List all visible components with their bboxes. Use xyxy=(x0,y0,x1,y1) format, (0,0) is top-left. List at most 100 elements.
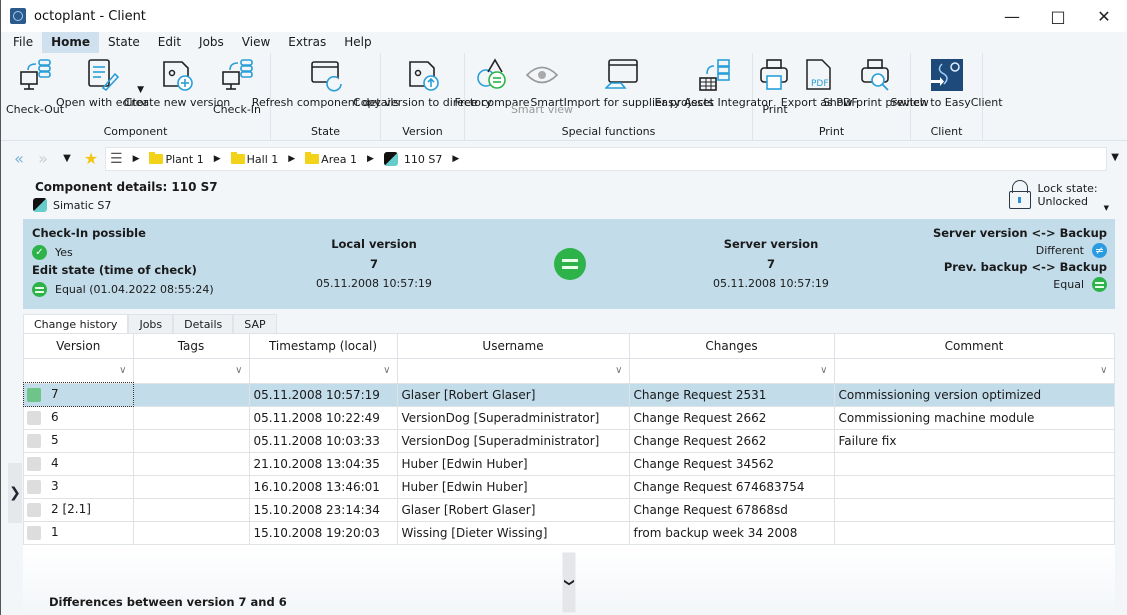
ribbon-group-client: Switch to EasyClient Client xyxy=(890,53,1003,141)
back-icon[interactable]: « xyxy=(7,149,31,168)
menu-edit[interactable]: Edit xyxy=(149,32,190,53)
filter-comment-dropdown[interactable]: ∨ xyxy=(834,358,1115,384)
favorite-star-icon[interactable]: ★ xyxy=(79,149,103,168)
folder-icon xyxy=(230,152,245,164)
column-header-timestamp[interactable]: Timestamp (local) xyxy=(249,334,398,359)
list-icon[interactable]: ☰ xyxy=(110,151,123,167)
breadcrumb-separator-icon[interactable]: ▶ xyxy=(288,154,295,164)
expand-side-panel-button[interactable]: ❯ xyxy=(8,463,22,523)
easyclient-icon xyxy=(929,56,965,94)
menu-help[interactable]: Help xyxy=(335,32,380,53)
menu-state[interactable]: State xyxy=(99,32,149,53)
breadcrumb-item-plant[interactable]: Plant 1 xyxy=(149,152,204,166)
check-icon: ✓ xyxy=(32,244,47,260)
cell-changes: Change Request 2662 xyxy=(629,406,835,430)
smartimport-icon xyxy=(604,56,640,94)
menu-file[interactable]: File xyxy=(4,32,42,53)
server-backup-value: Different xyxy=(1035,243,1084,257)
breadcrumb-item-hall[interactable]: Hall 1 xyxy=(230,152,278,166)
table-row[interactable]: 3 16.10.2008 13:46:01 Huber [Edwin Huber] C… xyxy=(24,475,1115,499)
menu-bar: File Home State Edit Jobs View Extras He… xyxy=(1,32,1127,53)
breadcrumb-separator-icon[interactable]: ▶ xyxy=(452,154,459,164)
ribbon-group-component: Check-Out Open with editor ▼ Create new … xyxy=(1,53,271,141)
tab-jobs[interactable]: Jobs xyxy=(128,314,174,333)
minimize-button[interactable]: — xyxy=(989,0,1035,32)
cell-changes: Change Request 67868sd xyxy=(629,498,835,522)
cell-comment xyxy=(834,521,1115,545)
cell-username: Huber [Edwin Huber] xyxy=(397,452,630,476)
table-row[interactable]: 4 21.10.2008 13:04:35 Huber [Edwin Huber] C… xyxy=(24,452,1115,476)
column-header-changes[interactable]: Changes xyxy=(629,334,835,359)
differences-title: Differences between version 7 and 6 xyxy=(49,595,287,609)
cell-version: 5 xyxy=(24,429,134,453)
menu-jobs[interactable]: Jobs xyxy=(190,32,233,53)
cell-username: VersionDog [Superadministrator] xyxy=(397,429,630,453)
cell-comment xyxy=(834,475,1115,499)
filter-changes-dropdown[interactable]: ∨ xyxy=(629,358,835,384)
checkin-possible-label: Check-In possible xyxy=(32,226,146,240)
tab-change-history[interactable]: Change history xyxy=(23,314,129,333)
table-row[interactable]: 7 05.11.2008 10:57:19 Glaser [Robert Glase… xyxy=(23,382,1115,407)
app-logo-icon xyxy=(10,8,26,24)
version-icon xyxy=(27,479,41,494)
menu-home[interactable]: Home xyxy=(42,32,100,53)
close-button[interactable]: ✕ xyxy=(1081,0,1127,32)
maximize-button[interactable]: □ xyxy=(1035,0,1081,32)
table-row[interactable]: 2 [2.1] 15.10.2008 23:14:34 Glaser [Robert… xyxy=(24,498,1115,522)
column-header-comment[interactable]: Comment xyxy=(834,334,1115,359)
edit-state-label: Edit state (time of check) xyxy=(32,263,197,277)
cell-username: Wissing [Dieter Wissing] xyxy=(397,521,630,545)
cell-version: 1 xyxy=(24,521,134,545)
column-header-username[interactable]: Username xyxy=(397,334,630,359)
component-type: Simatic S7 xyxy=(53,198,112,212)
lock-state-label: Lock state: xyxy=(1037,182,1098,195)
table-row[interactable]: 5 05.11.2008 10:03:33 VersionDog [Superadm… xyxy=(24,429,1115,453)
history-dropdown-icon[interactable]: ▼ xyxy=(55,153,79,164)
lock-dropdown-icon[interactable]: ▼ xyxy=(1104,204,1109,212)
breadcrumb-item-component[interactable]: 110 S7 xyxy=(383,152,442,166)
tab-details[interactable]: Details xyxy=(173,314,234,333)
cell-comment: Failure fix xyxy=(834,429,1115,453)
breadcrumb-separator-icon[interactable]: ▶ xyxy=(214,154,221,164)
breadcrumb-item-area[interactable]: Area 1 xyxy=(305,152,357,166)
cell-timestamp: 21.10.2008 13:04:35 xyxy=(249,452,398,476)
copy-version-icon xyxy=(405,56,441,94)
table-row[interactable]: 1 15.10.2008 19:20:03 Wissing [Dieter Wiss… xyxy=(24,521,1115,545)
cell-version: 3 xyxy=(24,475,134,499)
breadcrumb-separator-icon[interactable]: ▶ xyxy=(133,154,140,164)
filter-tags-dropdown[interactable]: ∨ xyxy=(133,358,250,384)
breadcrumb-dropdown-icon[interactable]: ▼ xyxy=(1111,152,1119,163)
cell-changes: Change Request 2531 xyxy=(629,383,835,407)
cell-timestamp: 05.11.2008 10:03:33 xyxy=(249,429,398,453)
filter-version-dropdown[interactable]: ∨ xyxy=(24,358,134,384)
menu-extras[interactable]: Extras xyxy=(279,32,335,53)
folder-icon xyxy=(305,152,320,164)
cell-timestamp: 15.10.2008 19:20:03 xyxy=(249,521,398,545)
column-header-tags[interactable]: Tags xyxy=(133,334,250,359)
menu-view[interactable]: View xyxy=(233,32,279,53)
cell-comment: Commissioning version optimized xyxy=(834,383,1115,407)
collapse-toggle-icon[interactable]: ❯ xyxy=(562,552,576,613)
server-version-label: Server version xyxy=(723,237,819,251)
server-backup-label: Server version <-> Backup xyxy=(932,226,1107,240)
forward-icon[interactable]: » xyxy=(31,149,55,168)
filter-username-dropdown[interactable]: ∨ xyxy=(397,358,630,384)
filter-timestamp-dropdown[interactable]: ∨ xyxy=(249,358,398,384)
tab-sap[interactable]: SAP xyxy=(233,314,277,333)
cell-timestamp: 16.10.2008 13:46:01 xyxy=(249,475,398,499)
local-version-label: Local version xyxy=(331,237,417,251)
printer-icon xyxy=(757,56,793,94)
cell-comment xyxy=(834,452,1115,476)
table-header: Version Tags Timestamp (local) Username … xyxy=(24,334,1115,359)
breadcrumb-separator-icon[interactable]: ▶ xyxy=(367,154,374,164)
cell-tags xyxy=(133,406,250,430)
print-preview-icon xyxy=(858,56,894,94)
component-title: Component details: 110 S7 xyxy=(35,180,218,194)
cell-timestamp: 15.10.2008 23:14:34 xyxy=(249,498,398,522)
cell-changes: from backup week 34 2008 xyxy=(629,521,835,545)
local-version-number: 7 xyxy=(369,257,378,271)
column-header-version[interactable]: Version xyxy=(24,334,134,359)
editor-icon xyxy=(84,56,120,94)
ribbon-group-label: State xyxy=(310,125,341,138)
table-row[interactable]: 6 05.11.2008 10:22:49 VersionDog [Superadm… xyxy=(24,406,1115,430)
